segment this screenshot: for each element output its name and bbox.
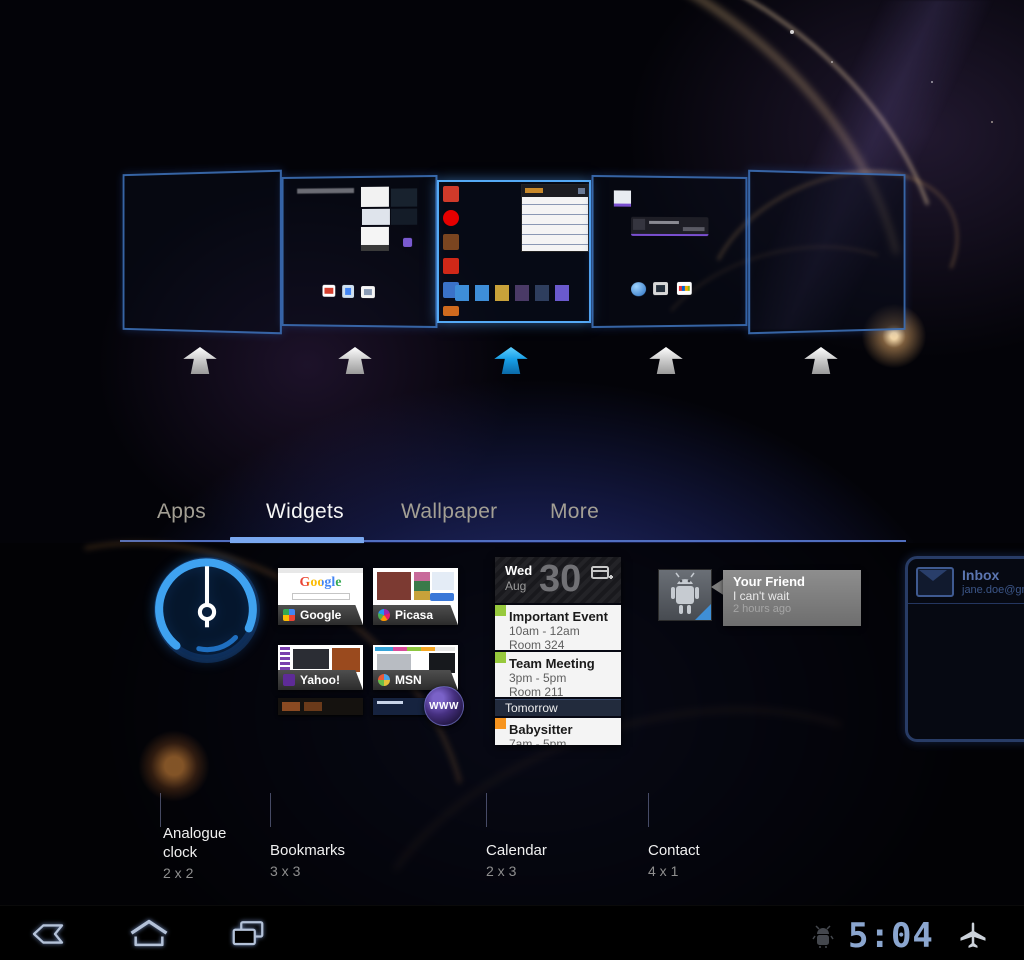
widget-cell-divider [648,793,649,827]
widget-cell-divider [486,793,487,827]
calendar-event: Babysitter 7am - 5pm 699 Mississippi St [495,718,621,745]
bookmark-thumb-yahoo: Yahoo! [278,645,363,690]
calendar-add-event-icon [591,566,613,579]
widget-analogue-clock[interactable] [151,554,263,666]
mini-app-icon [653,282,669,296]
www-globe-icon: WWW [424,686,464,726]
calendar-event: Important Event 10am - 12am Room 324 [495,605,621,652]
home-icon [130,919,168,946]
screen-thumbnail-4[interactable] [591,174,748,329]
mini-app-icon [443,210,459,226]
system-bar: 5:04 [0,905,1024,960]
tab-apps[interactable]: Apps [157,500,206,524]
widget-cell-divider [160,793,161,827]
mini-app-icon [676,281,692,295]
mini-music-widget [631,216,709,237]
recent-apps-icon [232,921,264,946]
mini-agenda-widget [521,184,589,252]
mini-app-icon [360,286,375,299]
widget-email-partial[interactable]: Inbox jane.doe@gmail.com [905,556,1024,742]
mini-app-icon [322,284,336,297]
mini-app-icon [443,186,459,202]
yahoo-favicon [283,674,295,686]
widget-cell-divider [270,793,271,827]
screen-thumbnail-5[interactable] [748,169,906,335]
adb-debugging-icon [812,925,834,948]
tab-widgets[interactable]: Widgets [266,500,344,524]
mini-app-icon [631,282,647,297]
contact-avatar [658,569,712,621]
mini-email-icon [613,190,632,207]
recent-apps-button[interactable] [220,906,276,960]
mini-bookmark-thumb [360,226,389,251]
google-favicon [283,609,295,621]
back-button[interactable] [20,906,76,960]
widget-label-bookmarks: Bookmarks 3 x 3 [270,842,346,879]
tab-wallpaper[interactable]: Wallpaper [401,500,497,524]
bookmark-thumb-picasa: Picasa [373,568,458,625]
contact-bubble: Your Friend I can't wait 2 hours ago [723,570,861,626]
mini-dock-icons [455,285,575,301]
android-home-customizer: Apps Widgets Wallpaper More Google Googl… [0,0,1024,960]
mini-bookmark-thumb [361,208,390,225]
tab-more[interactable]: More [550,500,599,524]
mini-bookmark-thumb [360,186,389,207]
widget-calendar[interactable]: Wed Aug 30 Important Event 10am - 12am R… [495,557,621,745]
airplane-mode-icon [960,922,986,948]
home-button[interactable] [120,906,178,960]
screen-thumbnail-1[interactable] [122,169,282,335]
envelope-icon [916,567,954,597]
drawer-glow-spot [138,730,210,802]
mini-bookmark-thumb [390,208,418,225]
calendar-tomorrow-band: Tomorrow [495,699,621,716]
mini-app-icon [403,237,413,247]
widget-label-analogue-clock: Analogue clock 2 x 2 [163,825,227,881]
mini-bookmark-thumb [390,188,418,207]
wallpaper-sparkles [790,30,794,34]
calendar-event: Team Meeting 3pm - 5pm Room 211 [495,652,621,699]
widget-label-contact: Contact 4 x 1 [648,842,700,879]
status-clock[interactable]: 5:04 [848,916,934,956]
back-icon [32,923,64,944]
bookmark-thumb-msn: MSN [373,645,458,690]
mini-app-icon [443,234,459,250]
calendar-header: Wed Aug 30 [495,557,621,603]
mini-app-icon [443,306,459,316]
bookmark-thumb-partial [278,698,363,715]
mini-search-text [297,188,355,194]
picasa-favicon [378,609,390,621]
screen-thumbnail-3-current[interactable] [437,180,591,323]
screen-thumbnail-2[interactable] [281,174,438,329]
bookmark-thumb-google: Google Google [278,568,363,625]
widget-label-calendar: Calendar 2 x 3 [486,842,547,879]
mini-app-icon [342,284,355,298]
mini-app-icon [443,258,459,274]
msn-favicon [378,674,390,686]
